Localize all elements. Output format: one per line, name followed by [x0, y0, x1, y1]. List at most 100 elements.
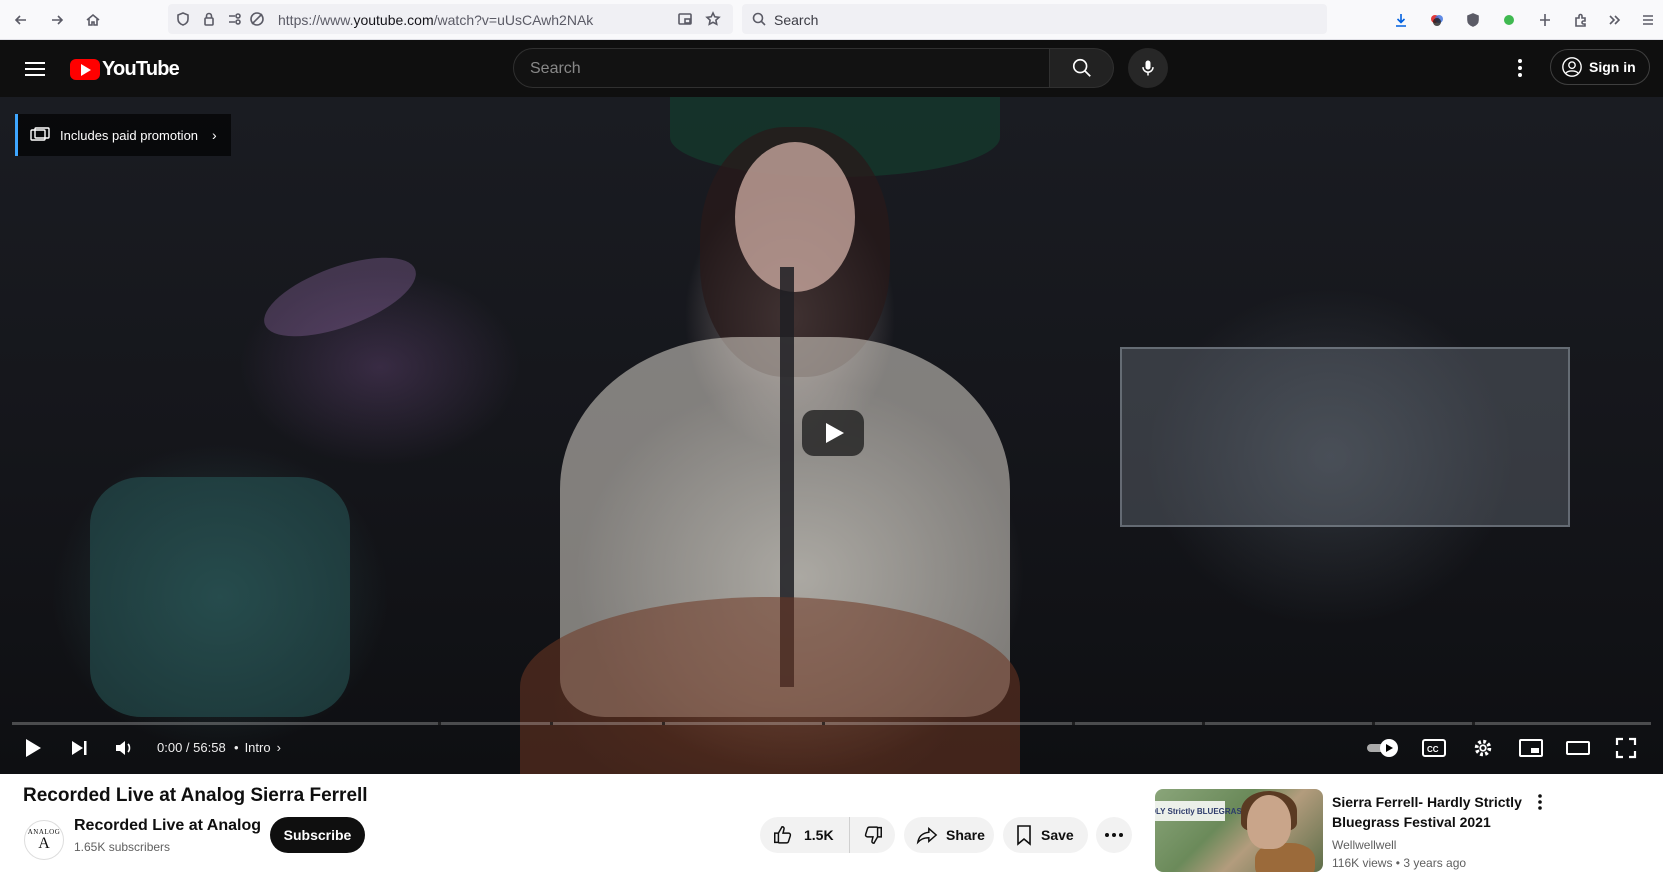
theater-mode-button[interactable]: [1563, 733, 1593, 763]
tracking-blocked-icon[interactable]: [246, 8, 268, 30]
svg-text:CC: CC: [1427, 745, 1439, 754]
video-title: Recorded Live at Analog Sierra Ferrell: [23, 785, 368, 806]
overflow-chevrons-icon[interactable]: [1603, 9, 1625, 31]
youtube-masthead: YouTube Search Sign in: [0, 40, 1663, 97]
thumbnail-face-shape: [1247, 795, 1291, 849]
play-button[interactable]: [18, 733, 48, 763]
recommended-channel[interactable]: Wellwellwell: [1332, 838, 1396, 852]
avatar-letter: A: [38, 835, 50, 852]
chapter-marker: [550, 722, 553, 725]
chevron-right-icon: ›: [276, 740, 281, 755]
paid-promotion-badge[interactable]: Includes paid promotion ›: [15, 114, 231, 156]
paid-promotion-icon: [30, 127, 50, 141]
browser-search-field[interactable]: Search: [742, 4, 1327, 34]
extension-pin-icon[interactable]: [1534, 9, 1556, 31]
url-path: /watch?v=uUsCAwh2NAk: [433, 12, 594, 28]
gear-icon: [1474, 739, 1492, 757]
lock-icon[interactable]: [198, 8, 220, 30]
cymbal-shape: [254, 241, 426, 353]
home-icon[interactable]: [82, 9, 104, 31]
chapter-marker: [662, 722, 665, 725]
recommended-thumbnail[interactable]: HARDLY Strictly BLUEGRASS: [1155, 789, 1323, 872]
thumbnail-banner-text: HARDLY Strictly BLUEGRASS: [1155, 801, 1247, 821]
account-icon: [1562, 57, 1582, 77]
autoplay-toggle[interactable]: [1365, 733, 1401, 763]
extension-colors-icon[interactable]: [1426, 9, 1448, 31]
subscribe-button[interactable]: Subscribe: [270, 817, 365, 853]
miniplayer-button[interactable]: [1516, 733, 1546, 763]
share-label: Share: [946, 827, 985, 843]
chapter-marker: [1372, 722, 1375, 725]
url-domain: youtube.com: [353, 12, 434, 28]
play-icon: [26, 739, 41, 757]
subtitles-button[interactable]: CC: [1419, 733, 1449, 763]
youtube-play-logo-icon: [70, 58, 100, 80]
search-button[interactable]: [1050, 48, 1114, 88]
app-menu-icon[interactable]: [1638, 9, 1658, 31]
fullscreen-icon: [1615, 737, 1637, 759]
microphone-icon: [1142, 60, 1154, 76]
save-button[interactable]: Save: [1003, 817, 1088, 853]
forward-icon[interactable]: [46, 9, 68, 31]
extension-green-icon[interactable]: [1498, 9, 1520, 31]
search-icon: [748, 8, 770, 30]
theater-mode-icon: [1566, 741, 1590, 755]
browser-toolbar: https://www.youtube.com/watch?v=uUsCAwh2…: [0, 0, 1663, 40]
dislike-button[interactable]: [850, 817, 895, 853]
settings-button[interactable]: [1468, 733, 1498, 763]
voice-search-button[interactable]: [1128, 48, 1168, 88]
closed-captions-icon: CC: [1422, 739, 1446, 757]
progress-bar[interactable]: [12, 722, 1651, 725]
logo-text: YouTube: [102, 57, 180, 80]
thumbs-down-icon: [864, 826, 882, 844]
chapter-label: Intro: [244, 740, 271, 755]
sign-in-button[interactable]: Sign in: [1550, 49, 1650, 85]
miniplayer-icon: [1519, 739, 1543, 757]
amplifier-shape: [1120, 347, 1570, 527]
more-horizontal-icon: [1105, 833, 1123, 837]
permissions-icon[interactable]: [224, 8, 246, 30]
like-count: 1.5K: [804, 827, 834, 843]
youtube-logo[interactable]: YouTube: [70, 57, 180, 81]
like-button[interactable]: 1.5K: [760, 817, 850, 853]
time-display: 0:00 / 56:58: [157, 740, 226, 755]
share-button[interactable]: Share: [904, 817, 994, 853]
fullscreen-button[interactable]: [1611, 733, 1641, 763]
channel-name[interactable]: Recorded Live at Analog: [74, 817, 261, 835]
url-prefix: https://www.: [278, 12, 354, 28]
large-play-button[interactable]: [802, 410, 864, 456]
recommended-menu-icon[interactable]: [1528, 790, 1552, 814]
next-button[interactable]: [64, 733, 94, 763]
search-icon: [1072, 58, 1091, 77]
video-player[interactable]: Includes paid promotion › 0:00 / 56:58 •…: [0, 97, 1663, 774]
bookmark-star-icon[interactable]: [702, 8, 724, 30]
url-text[interactable]: https://www.youtube.com/watch?v=uUsCAwh2…: [278, 12, 593, 28]
search-placeholder: Search: [530, 60, 581, 77]
recommended-title[interactable]: Sierra Ferrell- Hardly Strictly Bluegras…: [1332, 792, 1522, 832]
ublock-shield-icon[interactable]: [1462, 9, 1484, 31]
back-icon[interactable]: [10, 9, 32, 31]
recommended-meta: 116K views • 3 years ago: [1332, 856, 1467, 870]
face-shape: [735, 142, 855, 292]
address-bar[interactable]: https://www.youtube.com/watch?v=uUsCAwh2…: [168, 4, 733, 34]
chapter-marker: [1202, 722, 1205, 725]
search-input[interactable]: Search: [513, 48, 1050, 88]
more-actions-button[interactable]: [1096, 817, 1132, 853]
autoplay-toggle-icon: [1367, 739, 1398, 757]
downloads-icon[interactable]: [1390, 9, 1412, 31]
chapter-marker: [1072, 722, 1075, 725]
shield-icon[interactable]: [172, 8, 194, 30]
chapter-separator: •: [234, 740, 239, 755]
extensions-puzzle-icon[interactable]: [1570, 9, 1592, 31]
picture-in-picture-icon[interactable]: [674, 8, 696, 30]
save-label: Save: [1041, 827, 1074, 843]
paid-promotion-label: Includes paid promotion: [60, 127, 199, 143]
settings-kebab-icon[interactable]: [1505, 50, 1535, 86]
chapter-marker: [822, 722, 825, 725]
channel-avatar[interactable]: ANALOG A: [24, 820, 64, 860]
skip-next-icon: [72, 741, 87, 755]
chapter-button[interactable]: • Intro ›: [234, 740, 281, 755]
guide-menu-icon[interactable]: [20, 54, 50, 84]
browser-search-placeholder: Search: [774, 12, 819, 28]
mute-button[interactable]: [110, 733, 140, 763]
